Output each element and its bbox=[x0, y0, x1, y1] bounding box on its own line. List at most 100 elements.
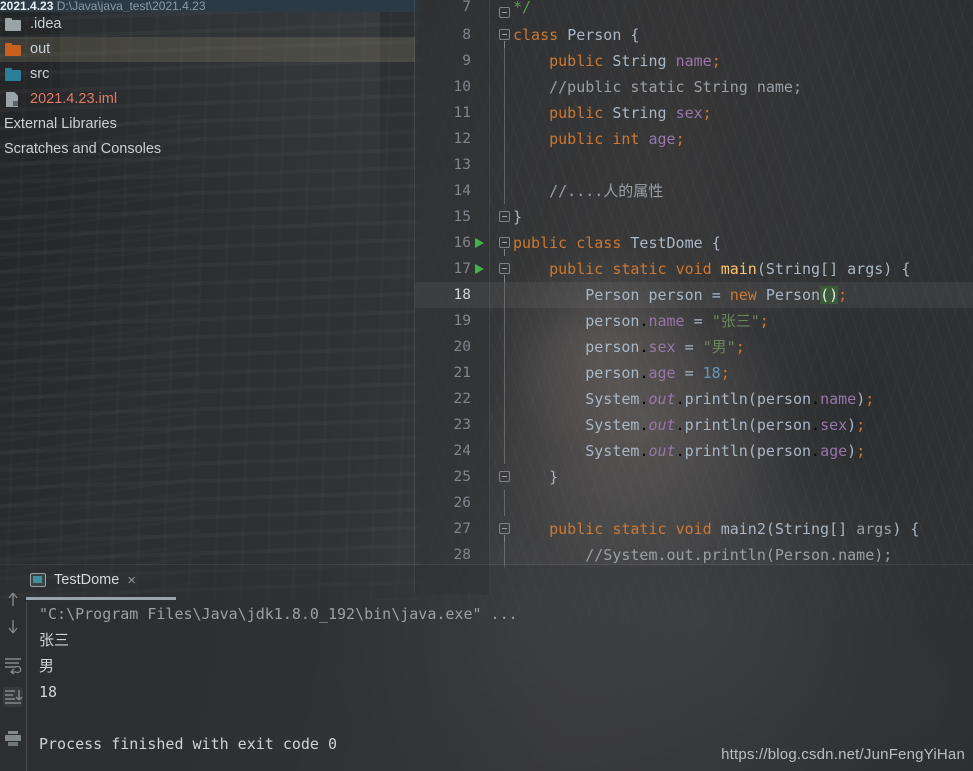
console-line: "C:\Program Files\Java\jdk1.8.0_192\bin\… bbox=[39, 605, 518, 623]
line-number: 13 bbox=[453, 157, 471, 173]
tree-item-idea[interactable]: .idea bbox=[0, 12, 415, 37]
line-number: 12 bbox=[453, 131, 471, 147]
tree-item-src[interactable]: src bbox=[0, 62, 415, 87]
run-configuration-icon bbox=[30, 573, 46, 587]
line-number: 22 bbox=[453, 391, 471, 407]
line-number: 16 bbox=[453, 235, 471, 251]
code-line-text: Person person = new Person(); bbox=[585, 286, 848, 304]
run-tab-bar[interactable]: TestDome × bbox=[26, 565, 973, 600]
line-number: 27 bbox=[453, 521, 471, 537]
folder-icon bbox=[4, 17, 23, 32]
line-number: 14 bbox=[453, 183, 471, 199]
line-number: 21 bbox=[453, 365, 471, 381]
line-number: 19 bbox=[453, 313, 471, 329]
console-line: 张三 bbox=[39, 631, 70, 649]
code-fold-toggle[interactable] bbox=[499, 211, 510, 222]
scroll-down-icon[interactable] bbox=[3, 617, 23, 637]
line-number: 11 bbox=[453, 105, 471, 121]
code-line-text: System.out.println(person.age); bbox=[585, 442, 866, 460]
code-line-24[interactable]: 24 System.out.println(person.age); bbox=[415, 438, 973, 464]
tree-item-scratches-and-consoles[interactable]: Scratches and Consoles bbox=[0, 137, 415, 162]
tree-item-external-libraries[interactable]: External Libraries bbox=[0, 112, 415, 137]
code-line-8[interactable]: 8 class Person { bbox=[415, 22, 973, 48]
code-line-text: public class TestDome { bbox=[513, 234, 721, 252]
code-fold-toggle[interactable] bbox=[499, 237, 510, 256]
line-number: 10 bbox=[453, 79, 471, 95]
code-line-text: System.out.println(person.sex); bbox=[585, 416, 866, 434]
blog-watermark: https://blog.csdn.net/JunFengYiHan bbox=[721, 746, 965, 763]
console-line: 男 bbox=[39, 657, 55, 675]
code-fold-guide bbox=[504, 48, 505, 74]
code-fold-guide bbox=[504, 74, 505, 100]
code-line-text: public int age; bbox=[549, 130, 685, 148]
scroll-to-end-icon[interactable] bbox=[3, 687, 23, 707]
tree-item-label: .idea bbox=[30, 16, 62, 33]
line-number: 7 bbox=[462, 0, 471, 15]
code-line-text: public String name; bbox=[549, 52, 721, 70]
code-fold-toggle[interactable] bbox=[499, 29, 510, 48]
soft-wrap-icon[interactable] bbox=[3, 655, 23, 675]
code-fold-guide bbox=[504, 490, 505, 516]
run-gutter-icon[interactable] bbox=[475, 264, 484, 274]
line-number: 15 bbox=[453, 209, 471, 225]
run-tab-testdome[interactable]: TestDome × bbox=[26, 567, 142, 593]
tree-item-label: 2021.4.23.iml bbox=[30, 91, 118, 108]
project-tree[interactable]: .idea out src 2021.4.23.iml External Librari… bbox=[0, 12, 415, 565]
folder-icon bbox=[4, 67, 23, 82]
code-line-10[interactable]: 10 //public static String name; bbox=[415, 74, 973, 100]
line-number: 17 bbox=[453, 261, 471, 277]
tree-item-label: External Libraries bbox=[4, 116, 117, 133]
code-fold-toggle[interactable] bbox=[499, 523, 510, 542]
code-line-13[interactable]: 13 bbox=[415, 152, 973, 178]
code-line-12[interactable]: 12 public int age; bbox=[415, 126, 973, 152]
code-line-19[interactable]: 19 person.name = "张三"; bbox=[415, 308, 973, 334]
code-line-25[interactable]: 25 } bbox=[415, 464, 973, 490]
code-line-22[interactable]: 22 System.out.println(person.name); bbox=[415, 386, 973, 412]
code-line-14[interactable]: 14 //....人的属性 bbox=[415, 178, 973, 204]
run-tool-window: TestDome × "C:\Program Files\Java\jdk1.8… bbox=[0, 565, 973, 771]
code-line-26[interactable]: 26 bbox=[415, 490, 973, 516]
code-line-16[interactable]: 16 public class TestDome { bbox=[415, 230, 973, 256]
run-tab-label: TestDome bbox=[54, 572, 120, 588]
editor-code-area[interactable]: 7 */8 class Person {9 public String name; 1… bbox=[415, 0, 973, 568]
code-fold-guide bbox=[504, 152, 505, 178]
scroll-up-icon[interactable] bbox=[3, 589, 23, 609]
close-icon[interactable]: × bbox=[127, 573, 136, 588]
code-fold-toggle[interactable] bbox=[499, 471, 510, 482]
code-line-text: System.out.println(person.name); bbox=[585, 390, 875, 408]
run-gutter-icon[interactable] bbox=[475, 238, 484, 248]
code-fold-guide bbox=[504, 126, 505, 152]
run-toolbar[interactable] bbox=[0, 565, 26, 771]
code-fold-guide bbox=[504, 100, 505, 126]
code-line-21[interactable]: 21 person.age = 18; bbox=[415, 360, 973, 386]
print-icon[interactable] bbox=[3, 728, 23, 748]
line-number: 8 bbox=[462, 27, 471, 43]
tree-item-2021-4-23-iml[interactable]: 2021.4.23.iml bbox=[0, 87, 415, 112]
code-line-17[interactable]: 17 public static void main(String[] args… bbox=[415, 256, 973, 282]
code-fold-guide bbox=[504, 386, 505, 412]
code-line-7[interactable]: 7 */ bbox=[415, 0, 973, 22]
code-fold-guide bbox=[504, 178, 505, 204]
code-line-text: //public static String name; bbox=[549, 78, 802, 96]
code-fold-guide bbox=[504, 308, 505, 334]
code-editor[interactable]: 7 */8 class Person {9 public String name; 1… bbox=[415, 0, 973, 595]
tree-item-label: out bbox=[30, 41, 51, 58]
console-line: 18 bbox=[39, 683, 58, 701]
code-line-11[interactable]: 11 public String sex; bbox=[415, 100, 973, 126]
line-number: 18 bbox=[453, 287, 471, 303]
line-number: 20 bbox=[453, 339, 471, 355]
line-number: 24 bbox=[453, 443, 471, 459]
run-tab-active-indicator bbox=[26, 597, 176, 600]
code-line-15[interactable]: 15} bbox=[415, 204, 973, 230]
code-line-9[interactable]: 9 public String name; bbox=[415, 48, 973, 74]
tree-item-out[interactable]: out bbox=[0, 37, 415, 62]
code-line-20[interactable]: 20 person.sex = "男"; bbox=[415, 334, 973, 360]
code-line-text: //....人的属性 bbox=[549, 182, 664, 200]
code-line-18[interactable]: 18 Person person = new Person(); bbox=[415, 282, 973, 308]
tree-item-label: src bbox=[30, 66, 50, 83]
code-line-27[interactable]: 27 public static void main2(String[] arg… bbox=[415, 516, 973, 542]
code-fold-toggle[interactable] bbox=[499, 7, 510, 18]
code-line-23[interactable]: 23 System.out.println(person.sex); bbox=[415, 412, 973, 438]
code-line-text: person.age = 18; bbox=[585, 364, 730, 382]
code-fold-toggle[interactable] bbox=[499, 263, 510, 282]
